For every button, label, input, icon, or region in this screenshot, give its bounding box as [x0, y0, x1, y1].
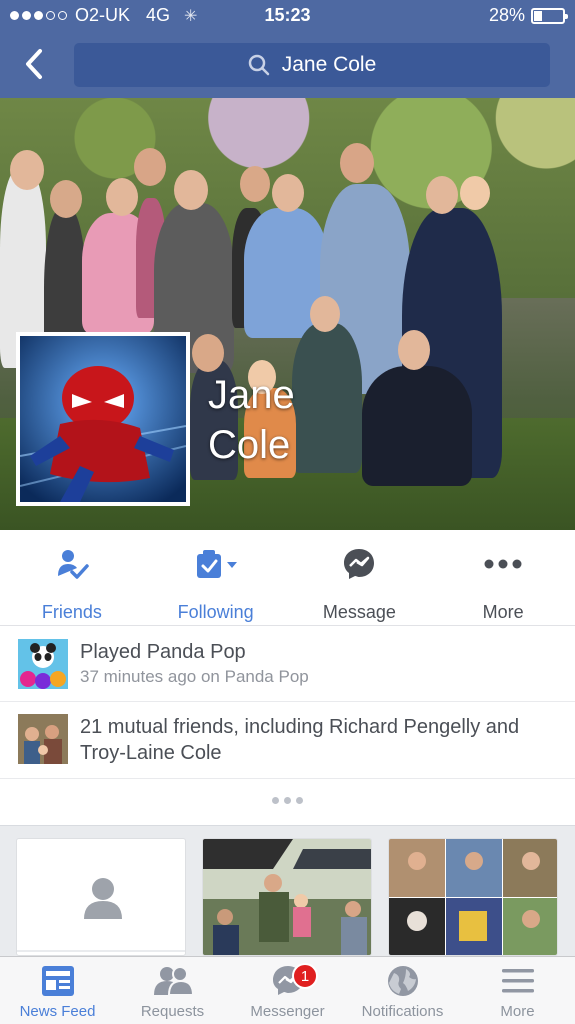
friends-label: Friends: [41, 602, 102, 622]
mutual-friends-photo: [18, 714, 68, 764]
message-label: Message: [322, 602, 396, 622]
profile-sections-strip: [0, 826, 575, 956]
tab-more-label: More: [500, 1003, 535, 1020]
friends-check-icon: [57, 550, 89, 579]
tab-messenger[interactable]: 1 Messenger: [230, 957, 345, 1024]
mutual-friends-text: 21 mutual friends, including Richard Pen…: [80, 716, 520, 764]
status-bar: O2-UK 4G ✳ 15:23 28%: [0, 0, 575, 32]
tab-requests[interactable]: Requests: [115, 957, 230, 1024]
battery-icon: [531, 7, 568, 24]
person-silhouette-icon: [17, 878, 185, 952]
photos-thumbnail: [203, 839, 371, 955]
show-more-info-button[interactable]: [0, 776, 575, 826]
tab-news-feed-label: News Feed: [19, 1003, 96, 1020]
spiderman-avatar-image: [20, 336, 186, 502]
back-button[interactable]: [18, 46, 50, 82]
messenger-icon: [344, 549, 375, 579]
tab-notifications[interactable]: Notifications: [345, 957, 460, 1024]
tab-notifications-label: Notifications: [361, 1003, 444, 1020]
profile-info-list: Played Panda Pop 37 minutes ago on Panda…: [0, 627, 575, 779]
photos-card[interactable]: [202, 838, 372, 956]
friends-card[interactable]: [388, 838, 558, 956]
battery-status: 28%: [488, 5, 568, 26]
profile-picture[interactable]: [16, 332, 190, 506]
mutual-friends-row[interactable]: 21 mutual friends, including Richard Pen…: [0, 702, 575, 779]
bottom-tab-bar: News Feed Requests 1 Messenger Notificat…: [0, 956, 575, 1024]
profile-last-name: Cole: [208, 423, 291, 467]
search-bar[interactable]: Jane Cole: [74, 43, 550, 87]
recent-activity-row[interactable]: Played Panda Pop 37 minutes ago on Panda…: [0, 627, 575, 702]
tab-news-feed[interactable]: News Feed: [0, 957, 115, 1024]
hamburger-icon: [501, 969, 534, 993]
activity-subtitle: 37 minutes ago on Panda Pop: [80, 667, 309, 686]
battery-percent: 28%: [488, 5, 525, 25]
tab-messenger-label: Messenger: [250, 1003, 325, 1020]
profile-first-name: Jane: [208, 373, 295, 417]
panda-pop-game-icon: [18, 639, 68, 689]
following-button[interactable]: Following: [144, 530, 288, 625]
messenger-unread-badge: 1: [292, 963, 318, 989]
news-feed-icon: [41, 966, 74, 996]
requests-icon: [153, 966, 193, 996]
top-bar: O2-UK 4G ✳ 15:23 28% Jane Cole: [0, 0, 575, 98]
about-card[interactable]: [16, 838, 186, 956]
more-dots-icon: [484, 559, 522, 569]
search-icon: [248, 54, 269, 76]
more-actions-button[interactable]: More: [431, 530, 575, 625]
more-actions-label: More: [482, 602, 524, 622]
tab-requests-label: Requests: [140, 1003, 205, 1020]
following-icon: [196, 550, 237, 578]
tab-more[interactable]: More: [460, 957, 575, 1024]
chevron-left-icon: [26, 49, 42, 79]
search-text: Jane Cole: [281, 53, 377, 76]
activity-title: Played Panda Pop: [80, 641, 246, 663]
message-button[interactable]: Message: [288, 530, 432, 625]
friends-button[interactable]: Friends: [0, 530, 144, 625]
cover-photo[interactable]: Jane Cole: [0, 98, 575, 530]
friends-grid-thumbnail: [389, 839, 557, 955]
profile-action-bar: Friends Following Message More: [0, 530, 575, 626]
profile-name: Jane Cole: [208, 370, 295, 470]
globe-icon: [387, 966, 418, 996]
following-label: Following: [177, 602, 254, 622]
